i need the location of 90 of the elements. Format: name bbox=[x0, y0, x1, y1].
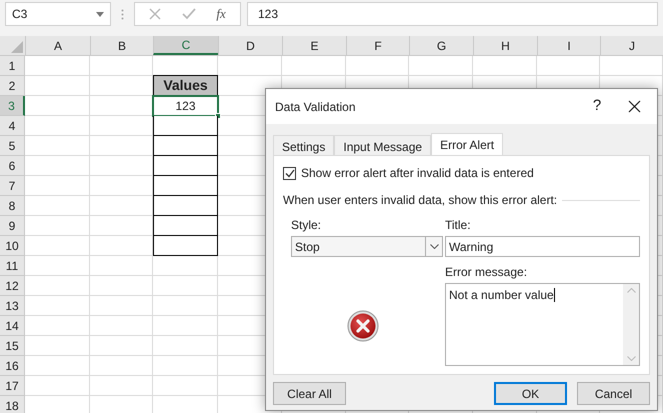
column-header[interactable]: G bbox=[409, 36, 473, 55]
close-icon bbox=[628, 100, 641, 113]
column-header[interactable]: E bbox=[282, 36, 346, 55]
style-dropdown[interactable]: Stop bbox=[291, 236, 443, 257]
table-cell bbox=[153, 236, 218, 256]
column-header[interactable]: J bbox=[600, 36, 663, 55]
checkbox[interactable] bbox=[283, 166, 296, 180]
formula-field[interactable]: 123 bbox=[247, 2, 658, 26]
scrollbar[interactable] bbox=[623, 284, 639, 365]
dropdown-icon bbox=[96, 12, 104, 16]
table-cell bbox=[90, 256, 153, 276]
row-header[interactable]: 11 bbox=[0, 256, 25, 276]
cancel-icon[interactable] bbox=[149, 8, 162, 20]
table-cell bbox=[25, 296, 90, 316]
table-cell bbox=[25, 96, 90, 116]
row-header[interactable]: 12 bbox=[0, 276, 25, 296]
table-cell bbox=[153, 176, 218, 196]
table-cell bbox=[90, 276, 153, 296]
table-cell bbox=[25, 156, 90, 176]
field-label: Error message: bbox=[445, 264, 528, 281]
row-header[interactable]: 17 bbox=[0, 376, 25, 396]
row-header[interactable]: 5 bbox=[0, 136, 25, 156]
table-cell bbox=[90, 376, 153, 396]
row-header[interactable]: 10 bbox=[0, 236, 25, 256]
checkbox-label: Show error alert after invalid data is entered bbox=[301, 165, 534, 182]
table-cell bbox=[25, 176, 90, 196]
check-icon[interactable] bbox=[182, 8, 196, 20]
row-header[interactable]: 3 bbox=[0, 96, 25, 116]
row-header[interactable]: 8 bbox=[0, 196, 25, 216]
title-field[interactable]: Warning bbox=[445, 236, 640, 257]
table-cell bbox=[25, 316, 90, 336]
table-cell bbox=[25, 116, 90, 136]
help-button[interactable]: ? bbox=[582, 95, 612, 118]
table-cell bbox=[90, 316, 153, 336]
group-label: When user enters invalid data, show this error alert: bbox=[283, 192, 558, 209]
table-cell bbox=[25, 356, 90, 376]
tab[interactable]: Settings bbox=[273, 135, 334, 155]
header-cell: Values bbox=[153, 75, 218, 96]
table-cell bbox=[90, 336, 153, 356]
row-header[interactable]: 13 bbox=[0, 296, 25, 316]
message-field[interactable]: Not a number value bbox=[445, 283, 640, 366]
dialog-button[interactable]: Clear All bbox=[273, 382, 346, 405]
scroll-up-icon[interactable] bbox=[626, 288, 636, 293]
table-cell bbox=[153, 136, 218, 156]
field-label: Title: bbox=[445, 217, 472, 234]
tab[interactable]: Input Message bbox=[334, 135, 432, 155]
window-title: Data Validation bbox=[275, 98, 356, 116]
scroll-down-icon[interactable] bbox=[626, 356, 636, 361]
dialog-button[interactable]: OK bbox=[494, 382, 567, 405]
row-header[interactable]: 6 bbox=[0, 156, 25, 176]
row-header[interactable]: 1 bbox=[0, 56, 25, 76]
table-cell bbox=[25, 76, 90, 96]
table-cell bbox=[153, 116, 218, 136]
column-header[interactable]: I bbox=[537, 36, 600, 55]
table-cell bbox=[25, 216, 90, 236]
select-all-icon[interactable] bbox=[11, 41, 23, 53]
table-cell bbox=[25, 336, 90, 356]
table-cell bbox=[25, 256, 90, 276]
row-header[interactable]: 14 bbox=[0, 316, 25, 336]
table-cell bbox=[25, 276, 90, 296]
insert-function-button[interactable]: fx bbox=[216, 4, 226, 24]
name-box[interactable]: C3 bbox=[5, 2, 111, 26]
chevron-down-icon bbox=[430, 244, 438, 249]
table-cell bbox=[25, 136, 90, 156]
dialog-button[interactable]: Cancel bbox=[577, 382, 650, 405]
column-header[interactable]: D bbox=[218, 36, 282, 55]
column-header[interactable]: A bbox=[25, 36, 90, 55]
row-header[interactable]: 2 bbox=[0, 76, 25, 96]
table-cell bbox=[153, 216, 218, 236]
table-cell bbox=[25, 196, 90, 216]
row-header[interactable]: 15 bbox=[0, 336, 25, 356]
table-cell bbox=[153, 156, 218, 176]
column-header[interactable]: H bbox=[473, 36, 537, 55]
column-header[interactable]: C bbox=[153, 36, 218, 55]
table-cell bbox=[25, 376, 90, 396]
row-header[interactable]: 9 bbox=[0, 216, 25, 236]
table-cell bbox=[90, 356, 153, 376]
more-icon bbox=[121, 9, 124, 20]
table-cell bbox=[90, 296, 153, 316]
table-cell bbox=[25, 236, 90, 256]
tab[interactable]: Error Alert bbox=[431, 133, 504, 155]
error-icon bbox=[347, 310, 379, 342]
row-header[interactable]: 18 bbox=[0, 396, 25, 413]
table-cell: 123 bbox=[153, 96, 218, 116]
table-cell bbox=[153, 196, 218, 216]
column-header[interactable]: F bbox=[346, 36, 409, 55]
row-header[interactable]: 7 bbox=[0, 176, 25, 196]
row-header[interactable]: 4 bbox=[0, 116, 25, 136]
row-header[interactable]: 16 bbox=[0, 356, 25, 376]
field-label: Style: bbox=[291, 217, 322, 234]
